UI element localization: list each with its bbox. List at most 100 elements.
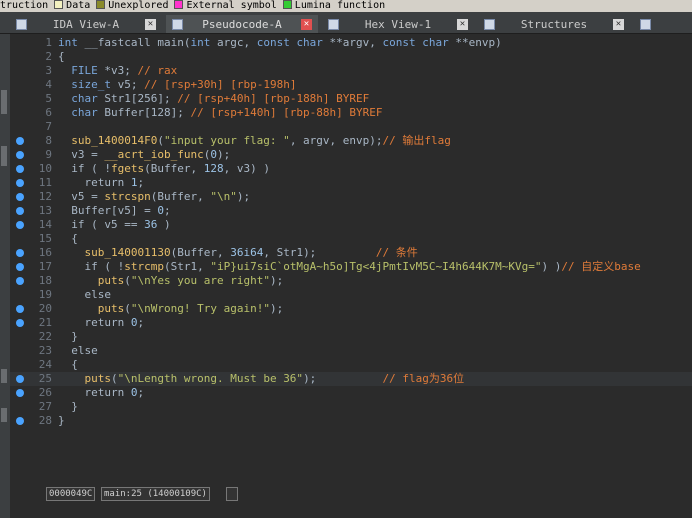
code-text[interactable]: return 0;: [58, 316, 144, 330]
breakpoint-dot-icon[interactable]: [16, 137, 24, 145]
code-token: );: [236, 190, 251, 203]
code-token: (: [111, 372, 118, 385]
close-icon[interactable]: ✕: [301, 19, 312, 30]
code-text[interactable]: puts("\nLength wrong. Must be 36"); // f…: [58, 372, 465, 386]
code-text[interactable]: if ( v5 == 36 ): [58, 218, 170, 232]
code-line[interactable]: 6 char Buffer[128]; // [rsp+140h] [rbp-8…: [10, 106, 692, 120]
close-icon[interactable]: ✕: [145, 19, 156, 30]
code-line[interactable]: 20 puts("\nWrong! Try again!");: [10, 302, 692, 316]
breakpoint-dot-icon[interactable]: [16, 417, 24, 425]
code-text[interactable]: sub_140001130(Buffer, 36i64, Str1); // 条…: [58, 246, 418, 260]
breakpoint-dot-icon[interactable]: [16, 165, 24, 173]
code-line[interactable]: 18 puts("\nYes you are right");: [10, 274, 692, 288]
left-scroll-strip[interactable]: [0, 34, 10, 518]
tab-overflow[interactable]: [634, 15, 692, 33]
line-number: 3: [45, 64, 52, 77]
code-text[interactable]: char Str1[256]; // [rsp+40h] [rbp-188h] …: [58, 92, 369, 106]
code-token: );: [269, 302, 284, 315]
code-token: char: [71, 92, 98, 105]
breakpoint-dot-icon[interactable]: [16, 207, 24, 215]
code-text[interactable]: else: [58, 344, 98, 358]
code-line[interactable]: 7: [10, 120, 692, 134]
code-text[interactable]: return 1;: [58, 176, 144, 190]
code-token: // 自定义base: [561, 260, 641, 273]
breakpoint-dot-icon[interactable]: [16, 221, 24, 229]
code-text[interactable]: {: [58, 232, 78, 246]
code-token: puts: [97, 302, 125, 315]
code-text[interactable]: FILE *v3; // rax: [58, 64, 177, 78]
code-text[interactable]: }: [58, 400, 78, 414]
code-token: 0: [157, 204, 164, 217]
code-text[interactable]: Buffer[v5] = 0;: [58, 204, 170, 218]
line-number: 23: [38, 344, 52, 357]
breakpoint-dot-icon[interactable]: [16, 305, 24, 313]
code-text[interactable]: }: [58, 330, 78, 344]
code-line[interactable]: 12 v5 = strcspn(Buffer, "\n");: [10, 190, 692, 204]
code-line[interactable]: 21 return 0;: [10, 316, 692, 330]
code-token: return: [58, 386, 131, 399]
code-text[interactable]: puts("\nWrong! Try again!");: [58, 302, 283, 316]
breakpoint-dot-icon[interactable]: [16, 151, 24, 159]
code-line[interactable]: 11 return 1;: [10, 176, 692, 190]
code-token: const char: [382, 36, 449, 49]
code-text[interactable]: return 0;: [58, 386, 144, 400]
pseudocode-editor[interactable]: 1 int __fastcall main(int argc, const cha…: [10, 34, 692, 484]
code-line[interactable]: 3 FILE *v3; // rax: [10, 64, 692, 78]
code-line[interactable]: 27 }: [10, 400, 692, 414]
code-token: *v3;: [97, 64, 138, 77]
code-line[interactable]: 5 char Str1[256]; // [rsp+40h] [rbp-188h…: [10, 92, 692, 106]
tab-ida-view[interactable]: IDA View-A ✕: [10, 15, 162, 33]
breakpoint-dot-icon[interactable]: [16, 277, 24, 285]
code-line[interactable]: 14 if ( v5 == 36 ): [10, 218, 692, 232]
code-line[interactable]: 1 int __fastcall main(int argc, const cha…: [10, 36, 692, 50]
breakpoint-dot-icon[interactable]: [16, 375, 24, 383]
code-line[interactable]: 26 return 0;: [10, 386, 692, 400]
code-token: FILE: [71, 64, 98, 77]
code-text[interactable]: v3 = __acrt_iob_func(0);: [58, 148, 230, 162]
line-number: 18: [38, 274, 52, 287]
code-text[interactable]: {: [58, 50, 65, 64]
code-line[interactable]: 19 else: [10, 288, 692, 302]
close-icon[interactable]: ✕: [457, 19, 468, 30]
code-text[interactable]: char Buffer[128]; // [rsp+140h] [rbp-88h…: [58, 106, 382, 120]
code-text[interactable]: sub_1400014F0("input your flag: ", argv,…: [58, 134, 451, 148]
code-line[interactable]: 2{: [10, 50, 692, 64]
code-text[interactable]: v5 = strcspn(Buffer, "\n");: [58, 190, 250, 204]
tab-pseudocode[interactable]: Pseudocode-A ✕: [166, 15, 318, 33]
code-line[interactable]: 25 puts("\nLength wrong. Must be 36"); /…: [10, 372, 692, 386]
code-line[interactable]: 4 size_t v5; // [rsp+30h] [rbp-198h]: [10, 78, 692, 92]
code-line[interactable]: 8 sub_1400014F0("input your flag: ", arg…: [10, 134, 692, 148]
code-text[interactable]: if ( !strcmp(Str1, "iP}ui7siC`otMgA~h5o]…: [58, 260, 641, 274]
breakpoint-dot-icon[interactable]: [16, 263, 24, 271]
code-line[interactable]: 17 if ( !strcmp(Str1, "iP}ui7siC`otMgA~h…: [10, 260, 692, 274]
code-line[interactable]: 24 {: [10, 358, 692, 372]
code-text[interactable]: int __fastcall main(int argc, const char…: [58, 36, 502, 50]
breakpoint-dot-icon[interactable]: [16, 193, 24, 201]
code-text[interactable]: size_t v5; // [rsp+30h] [rbp-198h]: [58, 78, 296, 92]
code-token: (: [124, 274, 131, 287]
code-line[interactable]: 28}: [10, 414, 692, 428]
code-line[interactable]: 23 else: [10, 344, 692, 358]
breakpoint-dot-icon[interactable]: [16, 249, 24, 257]
code-text[interactable]: {: [58, 358, 78, 372]
tab-hex-view[interactable]: Hex View-1 ✕: [322, 15, 474, 33]
breakpoint-dot-icon[interactable]: [16, 179, 24, 187]
line-number: 8: [45, 134, 52, 147]
code-text[interactable]: else: [58, 288, 111, 302]
code-line[interactable]: 10 if ( !fgets(Buffer, 128, v3) ): [10, 162, 692, 176]
code-text[interactable]: }: [58, 414, 65, 428]
code-line[interactable]: 22 }: [10, 330, 692, 344]
code-text[interactable]: if ( !fgets(Buffer, 128, v3) ): [58, 162, 270, 176]
close-icon[interactable]: ✕: [613, 19, 624, 30]
breakpoint-dot-icon[interactable]: [16, 389, 24, 397]
breakpoint-dot-icon[interactable]: [16, 319, 24, 327]
code-line[interactable]: 13 Buffer[v5] = 0;: [10, 204, 692, 218]
code-text[interactable]: puts("\nYes you are right");: [58, 274, 283, 288]
tab-structures[interactable]: Structures ✕: [478, 15, 630, 33]
code-token: v5 =: [58, 190, 105, 203]
code-line[interactable]: 15 {: [10, 232, 692, 246]
code-line[interactable]: 16 sub_140001130(Buffer, 36i64, Str1); /…: [10, 246, 692, 260]
code-line[interactable]: 9 v3 = __acrt_iob_func(0);: [10, 148, 692, 162]
